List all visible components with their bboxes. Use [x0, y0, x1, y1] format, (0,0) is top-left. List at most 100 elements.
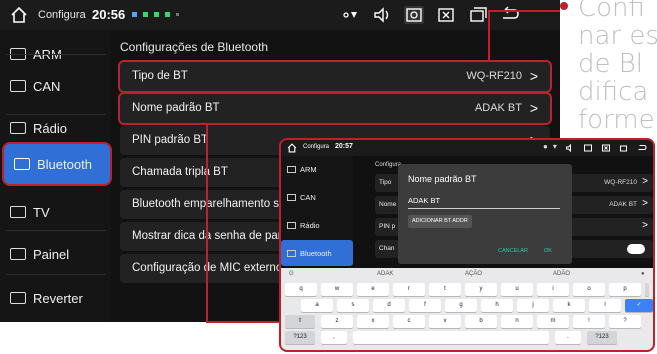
key-o[interactable]: o [573, 283, 605, 296]
sidebar-item-reverter[interactable]: Reverter [0, 274, 110, 322]
row-label: PIN padrão BT [132, 134, 209, 146]
key-w[interactable]: w [321, 283, 353, 296]
callout-connector [488, 10, 490, 62]
callout-text: Confi nar es de Bl difica forme [578, 0, 657, 135]
mic-icon[interactable]: ● [641, 271, 645, 277]
key-c[interactable]: c [393, 315, 425, 328]
chevron-right-icon: > [642, 198, 648, 209]
key-e[interactable]: e [357, 283, 389, 296]
space-key[interactable] [353, 331, 549, 344]
clock: 20:57 [335, 143, 353, 150]
screenshot-icon[interactable] [404, 6, 424, 24]
ok-button[interactable]: OK [544, 248, 552, 254]
enter-key[interactable]: ✓ [625, 299, 653, 312]
key-g[interactable]: g [445, 299, 477, 312]
signal-icon [343, 12, 357, 18]
volume-icon[interactable] [372, 6, 392, 24]
comma-key[interactable]: , [321, 331, 347, 344]
symbols-key[interactable]: ?123 [587, 331, 617, 344]
close-app-icon[interactable] [436, 6, 456, 24]
key-a[interactable]: a [301, 299, 333, 312]
suggestion-item[interactable]: G [289, 271, 294, 277]
inset-screenshot: Configura 20:57 ●▾ ARM CAN Rádio Bluetoo… [279, 138, 655, 352]
clock: 20:56 [92, 7, 126, 22]
key-![interactable]: ! [573, 315, 605, 328]
sidebar-item-painel[interactable]: Painel [0, 230, 110, 278]
home-icon[interactable] [287, 143, 297, 153]
key-j[interactable]: j [517, 299, 549, 312]
sidebar-item-bluetooth[interactable]: Bluetooth [281, 240, 353, 266]
sidebar-item-bluetooth[interactable]: Bluetooth [4, 144, 110, 184]
callout-connector [488, 10, 560, 12]
inset-sidebar: ARM CAN Rádio Bluetooth [281, 156, 353, 266]
rename-dialog: Nome padrão BT ADAK BT ADICIONAR BT ADDR… [398, 164, 572, 264]
recent-apps-icon[interactable] [468, 6, 488, 24]
radio-icon [287, 221, 296, 229]
onscreen-keyboard: G ADAK AÇÃO ADÃO ● q w e r t y u i o p a s d f g h j k l ✓ ⇧… [281, 268, 653, 350]
key-b[interactable]: b [465, 315, 497, 328]
key-k[interactable]: k [553, 299, 585, 312]
sidebar-item-can[interactable]: CAN [0, 62, 110, 110]
callout-connector [206, 321, 280, 323]
volume-icon[interactable] [565, 143, 575, 153]
setting-row-bt-name[interactable]: Nome padrão BT ADAK BT > [120, 94, 550, 123]
back-icon[interactable] [637, 143, 647, 153]
sidebar: ARM CAN Rádio Bluetooth TV Painel Revert… [0, 30, 110, 322]
cancel-button[interactable]: CANCELAR [498, 248, 528, 254]
app-name: Configura [303, 144, 330, 150]
recent-apps-icon[interactable] [619, 143, 629, 153]
key-v[interactable]: v [429, 315, 461, 328]
sidebar-item-tv[interactable]: TV [0, 188, 110, 236]
panel-icon [10, 248, 26, 260]
key-h[interactable]: h [481, 299, 513, 312]
key-i[interactable]: i [537, 283, 569, 296]
key-l[interactable]: l [589, 299, 621, 312]
app-name: Configura [38, 9, 86, 21]
add-bt-addr-button[interactable]: ADICIONAR BT ADDR [408, 215, 472, 228]
key-z[interactable]: z [321, 315, 353, 328]
setting-row-bt-type[interactable]: Tipo de BT WQ-RF210 > [120, 62, 550, 91]
callout-connector [206, 123, 208, 323]
screenshot-icon[interactable] [583, 143, 593, 153]
radio-icon [10, 122, 26, 134]
suggestion-item[interactable]: ADÃO [553, 271, 570, 277]
key-m[interactable]: m [537, 315, 569, 328]
key-q[interactable]: q [285, 283, 317, 296]
key-u[interactable]: u [501, 283, 533, 296]
backspace-key[interactable] [645, 283, 649, 296]
symbols-key[interactable]: ?123 [285, 331, 315, 344]
suggestion-item[interactable]: ADAK [377, 271, 393, 277]
home-icon[interactable] [10, 6, 28, 24]
key-d[interactable]: d [373, 299, 405, 312]
close-app-icon[interactable] [601, 143, 611, 153]
reverse-icon [10, 292, 26, 304]
chevron-right-icon: > [529, 68, 538, 84]
can-icon [287, 193, 296, 201]
status-bar: Configura 20:56 [0, 0, 560, 30]
key-y[interactable]: y [465, 283, 497, 296]
key-?[interactable]: ? [609, 315, 641, 328]
bt-name-input[interactable]: ADAK BT [408, 196, 440, 205]
key-s[interactable]: s [337, 299, 369, 312]
chevron-right-icon: > [642, 220, 648, 231]
key-t[interactable]: t [429, 283, 461, 296]
sidebar-item-arm[interactable]: ARM [281, 156, 353, 182]
key-n[interactable]: n [501, 315, 533, 328]
sidebar-item-can[interactable]: CAN [281, 184, 353, 210]
key-f[interactable]: f [409, 299, 441, 312]
period-key[interactable]: . [555, 331, 581, 344]
shift-key[interactable]: ⇧ [285, 315, 315, 328]
notification-dots [132, 12, 179, 17]
key-r[interactable]: r [393, 283, 425, 296]
tv-icon [10, 206, 26, 218]
dialog-title: Nome padrão BT [408, 174, 477, 184]
row-value: ADAK BT [474, 102, 522, 114]
inset-status-bar: Configura 20:57 ●▾ [281, 140, 653, 156]
sidebar-item-label: Painel [33, 246, 70, 262]
key-p[interactable]: p [609, 283, 641, 296]
back-icon[interactable] [500, 6, 520, 24]
suggestion-item[interactable]: AÇÃO [465, 271, 482, 277]
toggle-switch[interactable] [627, 244, 645, 254]
key-x[interactable]: x [357, 315, 389, 328]
sidebar-item-radio[interactable]: Rádio [281, 212, 353, 238]
